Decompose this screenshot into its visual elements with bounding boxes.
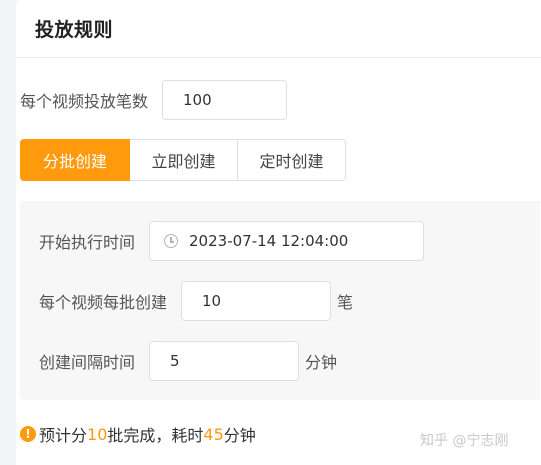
tab-batch-create[interactable]: 分批创建	[20, 139, 130, 181]
summary-prefix: 预计分	[39, 426, 88, 445]
summary-minutes: 45	[203, 424, 224, 444]
summary-suffix: 分钟	[223, 426, 256, 445]
tab-scheduled-create[interactable]: 定时创建	[238, 139, 346, 181]
interval-input[interactable]: 5	[149, 341, 300, 381]
interval-value: 5	[170, 352, 180, 370]
count-value: 100	[183, 91, 212, 109]
per-batch-row: 每个视频每批创建 10 笔	[39, 281, 353, 321]
card-title: 投放规则	[35, 19, 114, 41]
interval-row: 创建间隔时间 5 分钟	[39, 341, 337, 381]
start-time-value: 2023-07-14 12:04:00	[189, 232, 349, 250]
per-batch-label: 每个视频每批创建	[39, 293, 168, 312]
start-time-row: 开始执行时间 2023-07-14 12:04:00	[39, 221, 425, 261]
batch-settings-panel: 开始执行时间 2023-07-14 12:04:00 每个视频每批创建 10 笔…	[20, 201, 540, 400]
card-header: 投放规则	[16, 0, 541, 58]
tab-immediate-create[interactable]: 立即创建	[130, 139, 238, 181]
per-batch-input[interactable]: 10	[181, 281, 332, 321]
count-input[interactable]: 100	[162, 80, 288, 120]
start-time-label: 开始执行时间	[39, 233, 136, 252]
count-label: 每个视频投放笔数	[20, 92, 149, 111]
create-mode-tabs: 分批创建 立即创建 定时创建	[20, 139, 346, 181]
interval-unit: 分钟	[305, 353, 338, 372]
clock-icon	[164, 234, 179, 248]
estimate-summary: ! 预计分 10 批完成，耗时 45 分钟	[20, 422, 256, 446]
start-time-input[interactable]: 2023-07-14 12:04:00	[149, 221, 425, 261]
watermark: 知乎 @宁志刚	[420, 433, 509, 449]
warning-icon: !	[20, 426, 36, 442]
summary-batches: 10	[87, 424, 108, 444]
per-batch-value: 10	[202, 292, 222, 310]
interval-label: 创建间隔时间	[39, 353, 136, 372]
count-row: 每个视频投放笔数 100	[20, 80, 288, 120]
summary-middle: 批完成，耗时	[107, 426, 204, 445]
per-batch-unit: 笔	[337, 293, 354, 312]
